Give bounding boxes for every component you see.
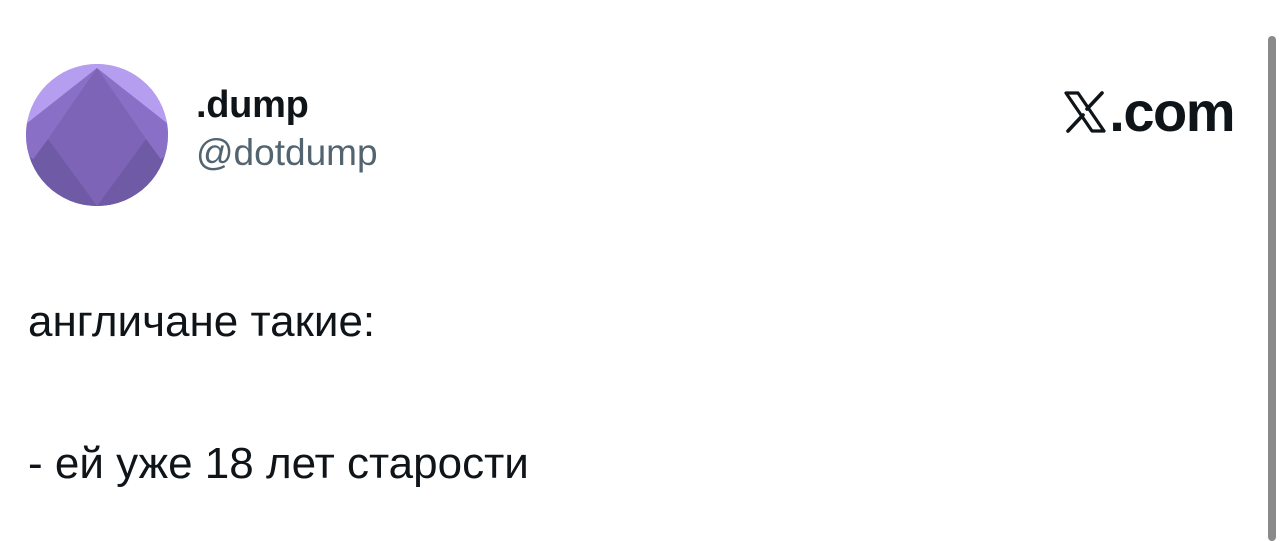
tweet-line-2: - ей уже 18 лет старости: [28, 439, 529, 488]
x-logo-icon: [1063, 90, 1107, 134]
brand-domain-text: .com: [1109, 80, 1235, 143]
display-name[interactable]: .dump: [196, 82, 378, 128]
tweet-line-1: англичане такие:: [28, 297, 376, 346]
tweet-body: англичане такие: - ей уже 18 лет старост…: [28, 292, 529, 494]
purple-diamond-avatar-icon: [26, 64, 168, 206]
user-info: .dump @dotdump: [196, 82, 378, 176]
user-handle[interactable]: @dotdump: [196, 130, 378, 176]
avatar[interactable]: [26, 64, 168, 206]
scrollbar[interactable]: [1268, 36, 1276, 541]
brand-logo: .com: [1063, 80, 1235, 143]
